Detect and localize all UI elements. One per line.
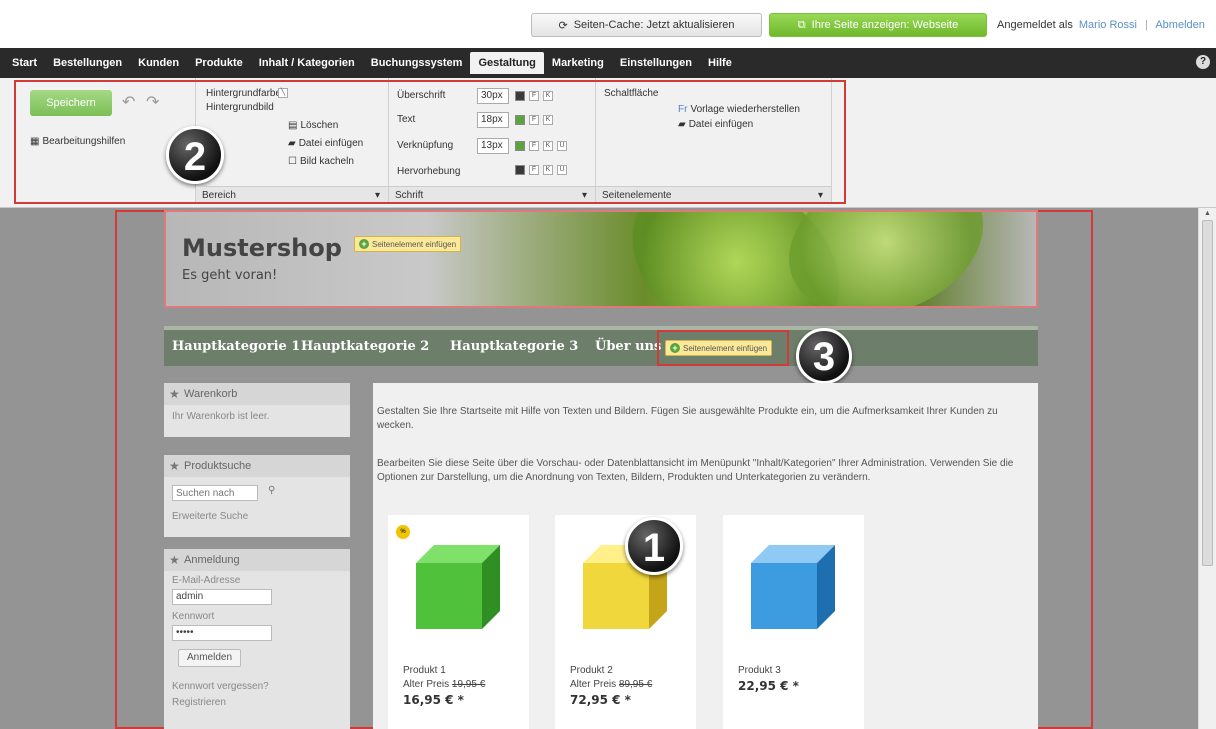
old-price-label: Alter Preis: [403, 679, 450, 690]
register-link[interactable]: Registrieren: [172, 697, 226, 708]
cart-title: Warenkorb: [184, 388, 238, 400]
menu-booking[interactable]: Buchungssystem: [363, 52, 471, 74]
login-title: Anmeldung: [184, 554, 240, 566]
product-price: 22,95 € *: [738, 679, 799, 693]
product-old-price: Alter Preis 89,95 €: [570, 679, 652, 690]
design-ribbon: Speichern ↶ ↷ ▦ Bearbeitungshilfen 2 Hin…: [0, 78, 1216, 208]
login-button[interactable]: Anmelden: [178, 649, 242, 667]
product-old-price: Alter Preis 19,95 €: [403, 679, 485, 690]
product-price: 72,95 € *: [570, 693, 631, 707]
menu-products[interactable]: Produkte: [187, 52, 251, 74]
product-name[interactable]: Produkt 1: [403, 665, 446, 676]
help-icon[interactable]: ?: [1196, 55, 1210, 69]
email-label: E-Mail-Adresse: [172, 575, 241, 586]
user-link[interactable]: Mario Rossi: [1079, 19, 1137, 31]
insert-element-label: Seitenelement einfügen: [372, 239, 457, 249]
password-field[interactable]: •••••: [172, 625, 272, 641]
main-menu: Start Bestellungen Kunden Produkte Inhal…: [0, 48, 1216, 78]
menu-start[interactable]: Start: [4, 52, 45, 74]
nav-item-cat1[interactable]: Hauptkategorie 1: [172, 339, 300, 354]
product-image: [416, 545, 500, 629]
refresh-cache-label: Seiten-Cache: Jetzt aktualisieren: [573, 19, 735, 31]
external-link-icon: ⧉: [797, 18, 806, 31]
old-price-value: 19,95 €: [451, 679, 486, 690]
sale-badge: %: [396, 525, 410, 539]
nav-item-cat2[interactable]: Hauptkategorie 2: [301, 339, 429, 354]
search-icon[interactable]: ⚲: [268, 485, 275, 496]
badge-3: 3: [796, 328, 852, 384]
star-icon: ★: [169, 387, 180, 401]
menu-design[interactable]: Gestaltung: [470, 52, 544, 74]
nav-insert-element-label: Seitenelement einfügen: [683, 343, 768, 353]
plus-icon: +: [359, 239, 369, 249]
refresh-cache-button[interactable]: ⟳ Seiten-Cache: Jetzt aktualisieren: [531, 13, 762, 37]
cart-empty-text: Ihr Warenkorb ist leer.: [172, 411, 270, 422]
menu-customers[interactable]: Kunden: [130, 52, 187, 74]
logout-link[interactable]: Abmelden: [1155, 19, 1205, 31]
product-name[interactable]: Produkt 3: [738, 665, 781, 676]
menu-help[interactable]: Hilfe: [700, 52, 740, 74]
menu-content[interactable]: Inhalt / Kategorien: [251, 52, 363, 74]
login-box-title: ★ Anmeldung: [164, 549, 350, 571]
nav-item-about[interactable]: Über uns: [595, 339, 661, 354]
star-icon: ★: [169, 459, 180, 473]
top-bar: ⟳ Seiten-Cache: Jetzt aktualisieren ⧉ Ih…: [0, 0, 1216, 48]
logged-in-label: Angemeldet als: [997, 19, 1073, 31]
shop-main: Gestalten Sie Ihre Startseite mit Hilfe …: [373, 383, 1038, 729]
nav-item-cat3[interactable]: Hauptkategorie 3: [450, 339, 578, 354]
shop-nav: Hauptkategorie 1 Hauptkategorie 2 Hauptk…: [164, 326, 1038, 384]
refresh-icon: ⟳: [558, 19, 568, 32]
advanced-search-link[interactable]: Erweiterte Suche: [172, 511, 248, 522]
cart-box-title: ★ Warenkorb: [164, 383, 350, 405]
product-price: 16,95 € *: [403, 693, 464, 707]
intro-paragraph-2: Bearbeiten Sie diese Seite über die Vors…: [377, 458, 1014, 483]
login-box: E-Mail-Adresse admin Kennwort ••••• Anme…: [164, 571, 350, 729]
email-field[interactable]: admin: [172, 589, 272, 605]
product-card[interactable]: % Produkt 1 Alter Preis 19,95 € 16,95 € …: [388, 515, 529, 729]
ribbon-highlight-frame: [14, 80, 846, 204]
scrollbar[interactable]: ▲: [1198, 208, 1216, 729]
menu-marketing[interactable]: Marketing: [544, 52, 612, 74]
search-box: ⚲ Erweiterte Suche: [164, 477, 350, 537]
plus-icon: +: [670, 343, 680, 353]
scroll-up-icon[interactable]: ▲: [1204, 210, 1211, 217]
product-name[interactable]: Produkt 2: [570, 665, 613, 676]
leaf-image: [768, 212, 1004, 306]
shop-header: Mustershop Es geht voran! + Seitenelemen…: [164, 210, 1038, 308]
nav-insert-element-button[interactable]: + Seitenelement einfügen: [665, 340, 773, 356]
forgot-password-link[interactable]: Kennwort vergessen?: [172, 681, 269, 692]
old-price-value: 89,95 €: [618, 679, 653, 690]
shop-title: Mustershop: [182, 234, 342, 262]
badge-1: 1: [625, 517, 683, 575]
old-price-label: Alter Preis: [570, 679, 617, 690]
intro-paragraph-1: Gestalten Sie Ihre Startseite mit Hilfe …: [377, 406, 998, 431]
menu-orders[interactable]: Bestellungen: [45, 52, 130, 74]
star-icon: ★: [169, 553, 180, 567]
shop-subtitle: Es geht voran!: [182, 268, 278, 283]
product-card[interactable]: Produkt 2 Alter Preis 89,95 € 72,95 € * …: [555, 515, 696, 729]
view-site-button[interactable]: ⧉ Ihre Seite anzeigen: Webseite: [769, 13, 987, 37]
scrollbar-thumb[interactable]: [1202, 220, 1213, 566]
password-label: Kennwort: [172, 611, 215, 622]
search-box-title: ★ Produktsuche: [164, 455, 350, 477]
preview-area: Mustershop Es geht voran! + Seitenelemen…: [0, 208, 1216, 729]
shop-sidebar: ★ Warenkorb Ihr Warenkorb ist leer. ★ Prod…: [164, 383, 350, 729]
product-image: [751, 545, 835, 629]
search-title: Produktsuche: [184, 460, 252, 472]
menu-settings[interactable]: Einstellungen: [612, 52, 700, 74]
cart-box: Ihr Warenkorb ist leer.: [164, 405, 350, 437]
nav-insert-frame: + Seitenelement einfügen: [657, 330, 789, 366]
login-info: Angemeldet als Mario Rossi | Abmelden: [997, 19, 1205, 31]
search-input[interactable]: [172, 485, 258, 501]
insert-element-button[interactable]: + Seitenelement einfügen: [354, 236, 462, 252]
product-card[interactable]: Produkt 3 22,95 € *: [723, 515, 864, 729]
view-site-label: Ihre Seite anzeigen: Webseite: [811, 19, 959, 31]
